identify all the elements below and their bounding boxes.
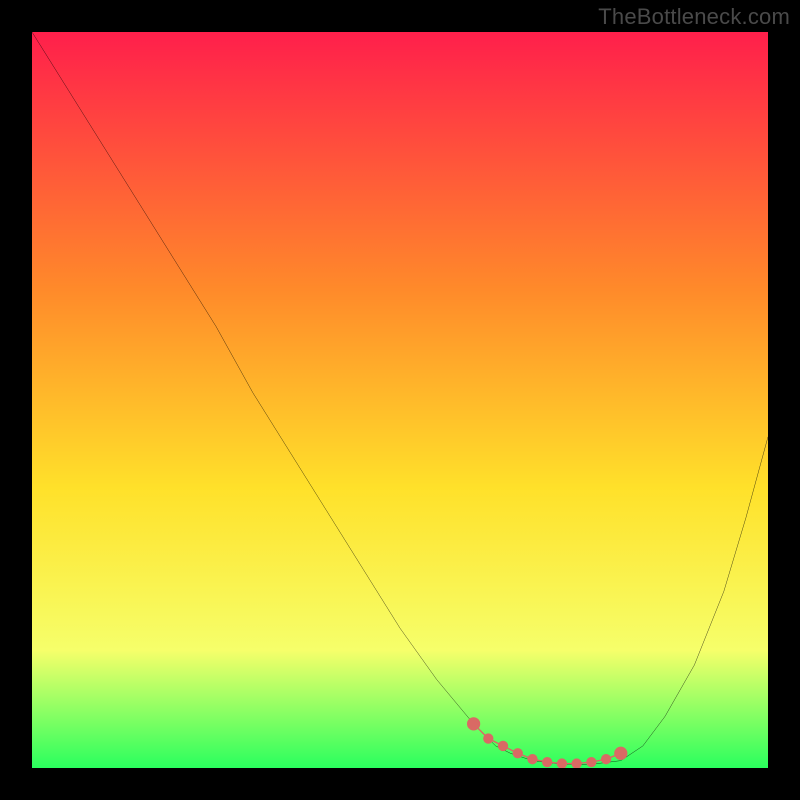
highlight-dot xyxy=(467,717,480,730)
highlight-dot xyxy=(614,747,627,760)
bottleneck-chart xyxy=(32,32,768,768)
highlight-dot xyxy=(498,741,508,751)
highlight-dot xyxy=(483,733,493,743)
highlight-dot xyxy=(601,754,611,764)
highlight-dot xyxy=(513,748,523,758)
gradient-background xyxy=(32,32,768,768)
highlight-dot xyxy=(542,757,552,767)
watermark-text: TheBottleneck.com xyxy=(598,4,790,30)
highlight-dot xyxy=(527,754,537,764)
chart-frame: TheBottleneck.com xyxy=(0,0,800,800)
highlight-dot xyxy=(586,757,596,767)
